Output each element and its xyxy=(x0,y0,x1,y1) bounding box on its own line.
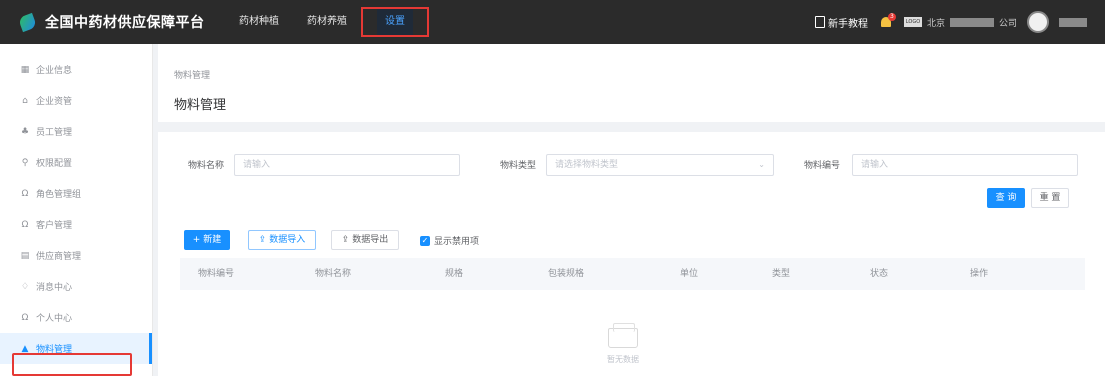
filter-row: 物料名称 请输入 物料类型 请选择物料类型 ⌄ 物料编号 请输入 xyxy=(158,154,1105,176)
customer-icon: Ω xyxy=(21,219,29,230)
sidebar-item-roles[interactable]: Ω 角色管理组 xyxy=(0,178,152,209)
company-switcher[interactable]: LOGO 北京 公司 xyxy=(903,16,1017,29)
leaf-logo-icon xyxy=(17,12,38,32)
material-name-label: 物料名称 xyxy=(188,161,225,171)
reset-button[interactable]: 重 置 xyxy=(1031,188,1069,208)
column-header: 操作 xyxy=(970,269,989,279)
show-disabled-checkbox[interactable]: ✓ 显示禁用项 xyxy=(420,234,479,247)
nav-item-breeding[interactable]: 药材养殖 xyxy=(293,7,361,37)
sidebar-item-company-assets[interactable]: ⌂ 企业资管 xyxy=(0,85,152,116)
people-icon: ♣ xyxy=(20,126,30,137)
main-panel: 物料名称 请输入 物料类型 请选择物料类型 ⌄ 物料编号 请输入 查 询 重 置… xyxy=(158,132,1105,376)
key-icon: ⚲ xyxy=(21,157,29,168)
material-code-input[interactable]: 请输入 xyxy=(852,154,1078,176)
page-header: 物料管理 物料管理 xyxy=(158,44,1105,122)
grid-icon: ▦ xyxy=(20,64,30,75)
material-icon: ▲ xyxy=(21,343,29,354)
show-disabled-label: 显示禁用项 xyxy=(434,237,480,247)
nav-item-settings-label: 设置 xyxy=(377,9,413,35)
column-header: 类型 xyxy=(772,269,791,279)
breadcrumb[interactable]: 物料管理 xyxy=(174,68,210,81)
company-logo: LOGO xyxy=(903,17,922,27)
sidebar-item-label: 企业资管 xyxy=(36,97,73,107)
sidebar-item-messages[interactable]: ♢ 消息中心 xyxy=(0,271,152,302)
redacted-company-name xyxy=(949,17,994,27)
user-icon: Ω xyxy=(21,312,29,323)
sidebar-item-label: 权限配置 xyxy=(36,159,73,169)
help-link[interactable]: 新手教程 xyxy=(814,15,868,30)
header-right: 新手教程 3 LOGO 北京 公司 xyxy=(814,0,1087,44)
document-icon: ▤ xyxy=(20,250,30,261)
sidebar: ▦ 企业信息 ⌂ 企业资管 ♣ 员工管理 ⚲ 权限配置 Ω 角色管理组 Ω 客户管理 ▤ 供应… xyxy=(0,44,153,376)
sidebar-item-label: 供应商管理 xyxy=(36,252,82,262)
page-title: 物料管理 xyxy=(174,98,227,113)
column-header: 单位 xyxy=(680,269,699,279)
column-header: 物料编号 xyxy=(198,269,235,279)
import-button[interactable]: ⇪ 数据导入 xyxy=(248,230,316,250)
app-title: 全国中药材供应保障平台 xyxy=(45,15,205,31)
empty-state: 暂无数据 xyxy=(598,323,648,365)
material-code-label: 物料编号 xyxy=(804,161,841,171)
sidebar-item-label: 客户管理 xyxy=(36,221,73,231)
nav-item-settings[interactable]: 设置 xyxy=(361,7,429,37)
sidebar-item-label: 员工管理 xyxy=(36,128,73,138)
building-icon: ⌂ xyxy=(22,95,28,106)
sidebar-item-label: 个人中心 xyxy=(36,314,73,324)
export-button[interactable]: ⇪ 数据导出 xyxy=(331,230,399,250)
column-header: 物料名称 xyxy=(315,269,352,279)
column-header: 包装规格 xyxy=(548,269,585,279)
sidebar-item-profile[interactable]: Ω 个人中心 xyxy=(0,302,152,333)
document-icon xyxy=(814,16,825,28)
notification-bell-icon[interactable]: 3 xyxy=(878,13,896,31)
sidebar-item-label: 物料管理 xyxy=(36,345,73,355)
search-button[interactable]: 查 询 xyxy=(987,188,1025,208)
top-nav: 药材种植 药材养殖 设置 xyxy=(225,0,429,44)
avatar[interactable] xyxy=(1027,11,1049,33)
add-button[interactable]: + 新建 xyxy=(184,230,230,250)
table-header: 物料编号 物料名称 规格 包装规格 单位 类型 状态 操作 xyxy=(180,258,1085,290)
chevron-down-icon: ⌄ xyxy=(758,160,765,169)
sidebar-item-label: 企业信息 xyxy=(36,66,73,76)
material-type-select[interactable]: 请选择物料类型 ⌄ xyxy=(546,154,774,176)
material-name-input[interactable]: 请输入 xyxy=(234,154,460,176)
sidebar-item-staff[interactable]: ♣ 员工管理 xyxy=(0,116,152,147)
column-header: 规格 xyxy=(445,269,464,279)
company-suffix: 公司 xyxy=(998,18,1017,29)
material-type-label: 物料类型 xyxy=(500,161,537,171)
sidebar-item-label: 消息中心 xyxy=(36,283,73,293)
empty-text: 暂无数据 xyxy=(607,355,639,364)
bell-icon: ♢ xyxy=(20,281,30,292)
column-header: 状态 xyxy=(870,269,889,279)
import-label: 数据导入 xyxy=(269,235,306,245)
checkmark-icon: ✓ xyxy=(420,235,430,246)
top-header: 全国中药材供应保障平台 药材种植 药材养殖 设置 新手教程 3 LOGO 北京 … xyxy=(0,0,1105,44)
sidebar-item-label: 角色管理组 xyxy=(36,190,82,200)
redacted-username xyxy=(1059,17,1087,27)
notification-badge: 3 xyxy=(887,13,896,21)
empty-box-icon xyxy=(608,323,638,348)
role-icon: Ω xyxy=(21,188,29,199)
sidebar-item-suppliers[interactable]: ▤ 供应商管理 xyxy=(0,240,152,271)
app-logo[interactable]: 全国中药材供应保障平台 xyxy=(17,12,225,32)
upload-icon: ⇪ xyxy=(258,235,267,245)
help-label: 新手教程 xyxy=(827,18,868,30)
company-prefix: 北京 xyxy=(926,18,945,29)
sidebar-item-customers[interactable]: Ω 客户管理 xyxy=(0,209,152,240)
sidebar-item-materials[interactable]: ▲ 物料管理 xyxy=(0,333,152,364)
sidebar-item-permissions[interactable]: ⚲ 权限配置 xyxy=(0,147,152,178)
material-type-placeholder: 请选择物料类型 xyxy=(555,160,619,170)
export-label: 数据导出 xyxy=(352,235,389,245)
download-icon: ⇪ xyxy=(341,235,350,245)
nav-item-planting[interactable]: 药材种植 xyxy=(225,7,293,37)
sidebar-item-company-info[interactable]: ▦ 企业信息 xyxy=(0,54,152,85)
